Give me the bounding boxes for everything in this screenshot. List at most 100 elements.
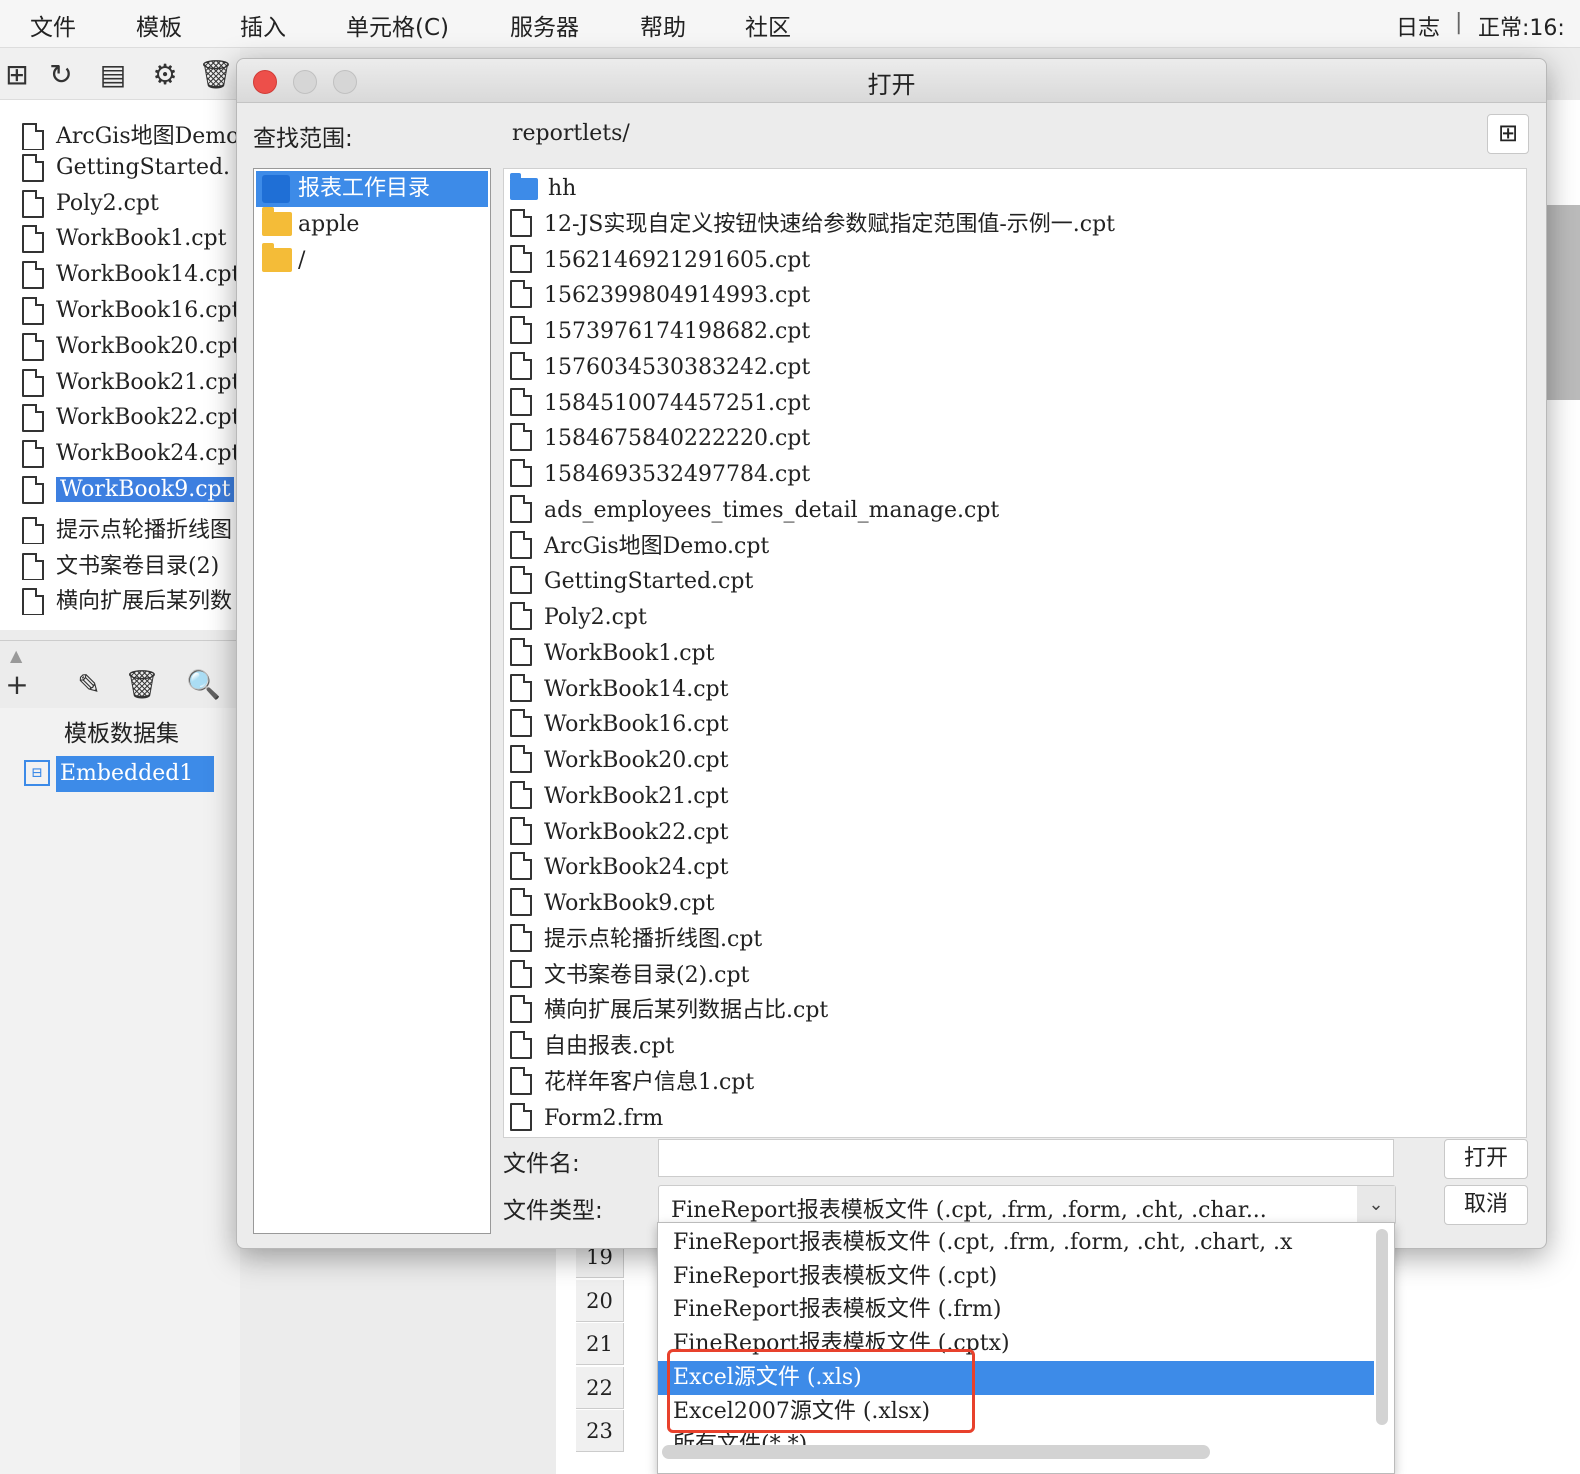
- tree-file-item[interactable]: WorkBook14.cpt: [22, 261, 236, 293]
- menu-cell[interactable]: 单元格(C): [346, 8, 449, 42]
- file-item[interactable]: 1576034530383242.cpt: [510, 350, 810, 386]
- filetype-select[interactable]: FineReport报表模板文件 (.cpt, .frm, .form, .ch…: [658, 1185, 1396, 1225]
- open-button[interactable]: 打开: [1444, 1139, 1528, 1179]
- tree-file-item[interactable]: 文书案卷目录(2): [22, 548, 236, 580]
- file-item[interactable]: WorkBook14.cpt: [510, 672, 728, 708]
- refresh-icon[interactable]: ↻: [44, 58, 78, 92]
- file-item[interactable]: 自由报表.cpt: [510, 1029, 674, 1065]
- file-item[interactable]: ArcGis地图Demo.cpt: [510, 529, 769, 565]
- menu-server[interactable]: 服务器: [510, 8, 579, 42]
- delete-icon[interactable]: 🗑: [198, 58, 234, 92]
- dropdown-option[interactable]: FineReport报表模板文件 (.cpt, .frm, .form, .ch…: [658, 1226, 1374, 1260]
- collapse-arrow-icon[interactable]: ▲: [10, 646, 22, 665]
- file-label: 提示点轮播折线图.cpt: [544, 926, 763, 952]
- status-text: 正常:16:: [1478, 16, 1565, 41]
- cancel-button[interactable]: 取消: [1444, 1185, 1528, 1225]
- row-number[interactable]: 20: [576, 1279, 624, 1322]
- edit-icon[interactable]: ✎: [72, 668, 106, 702]
- menu-file[interactable]: 文件: [30, 8, 76, 42]
- dropdown-option[interactable]: FineReport报表模板文件 (.frm): [658, 1293, 1374, 1327]
- tree-file-label: WorkBook16.cpt: [56, 298, 236, 323]
- place-item[interactable]: 报表工作目录: [256, 171, 488, 207]
- log-link[interactable]: 日志: [1396, 10, 1440, 42]
- file-item[interactable]: ads_employees_times_detail_manage.cpt: [510, 493, 999, 529]
- tree-file-item[interactable]: WorkBook9.cpt: [22, 476, 236, 508]
- file-item[interactable]: 花样年客户信息1.cpt: [510, 1065, 754, 1101]
- row-number[interactable]: 21: [576, 1323, 624, 1365]
- settings-icon[interactable]: ⚙: [148, 58, 182, 92]
- file-item[interactable]: Form2.frm: [510, 1101, 663, 1137]
- add-dataset-icon[interactable]: +: [0, 668, 34, 702]
- file-item[interactable]: WorkBook20.cpt: [510, 743, 728, 779]
- file-item[interactable]: GettingStarted.cpt: [510, 564, 753, 600]
- dropdown-hscroll-thumb[interactable]: [662, 1445, 1210, 1459]
- tree-file-item[interactable]: GettingStarted.: [22, 153, 236, 186]
- place-item[interactable]: apple: [256, 207, 488, 243]
- file-label: WorkBook9.cpt: [544, 891, 715, 916]
- file-item[interactable]: WorkBook22.cpt: [510, 815, 728, 851]
- file-item[interactable]: 1584510074457251.cpt: [510, 386, 810, 422]
- file-item[interactable]: WorkBook24.cpt: [510, 850, 728, 886]
- filename-input[interactable]: [658, 1139, 1394, 1177]
- tree-file-item[interactable]: WorkBook24.cpt: [22, 440, 236, 472]
- tree-file-item[interactable]: WorkBook16.cpt: [22, 297, 236, 329]
- menu-insert[interactable]: 插入: [240, 8, 286, 42]
- file-icon: [510, 351, 532, 380]
- file-item[interactable]: 12-JS实现自定义按钮快速给参数赋指定范围值-示例一.cpt: [510, 207, 1115, 243]
- file-icon: [510, 959, 532, 988]
- file-label: WorkBook14.cpt: [544, 676, 729, 702]
- tree-file-label: ArcGis地图Demo.: [56, 124, 236, 149]
- menu-help[interactable]: 帮助: [640, 8, 686, 42]
- tree-file-item[interactable]: Poly2.cpt: [22, 189, 236, 222]
- chevron-down-icon[interactable]: ⌄: [1357, 1186, 1395, 1224]
- file-item[interactable]: Poly2.cpt: [510, 600, 647, 636]
- file-icon: [510, 566, 532, 595]
- dataset-panel: [0, 708, 240, 1474]
- tree-file-item[interactable]: WorkBook21.cpt: [22, 368, 236, 401]
- folder-item[interactable]: hh: [510, 171, 576, 207]
- dropdown-vscroll-thumb[interactable]: [1376, 1229, 1388, 1425]
- tree-file-item[interactable]: 横向扩展后某列数: [22, 583, 236, 616]
- tree-file-item[interactable]: WorkBook22.cpt: [22, 404, 236, 436]
- file-item[interactable]: 1584693532497784.cpt: [510, 457, 810, 493]
- right-scrollbar-thumb[interactable]: [1546, 205, 1580, 400]
- tree-file-item[interactable]: ArcGis地图Demo.: [22, 118, 236, 150]
- lookin-path[interactable]: reportlets/: [512, 121, 630, 146]
- preview-icon[interactable]: 🔍: [186, 668, 221, 702]
- tree-file-item[interactable]: WorkBook1.cpt: [22, 225, 236, 257]
- file-item[interactable]: 横向扩展后某列数据占比.cpt: [510, 993, 828, 1029]
- file-label: WorkBook16.cpt: [544, 712, 729, 738]
- file-label: 12-JS实现自定义按钮快速给参数赋指定范围值-示例一.cpt: [544, 211, 1115, 237]
- file-item[interactable]: 提示点轮播折线图.cpt: [510, 922, 762, 958]
- file-icon: [22, 476, 44, 504]
- file-item[interactable]: WorkBook9.cpt: [510, 886, 714, 922]
- file-item[interactable]: 1562146921291605.cpt: [510, 243, 810, 279]
- tree-file-item[interactable]: WorkBook20.cpt: [22, 332, 236, 365]
- file-label: WorkBook24.cpt: [544, 855, 729, 881]
- file-icon: [510, 745, 532, 773]
- file-item[interactable]: WorkBook21.cpt: [510, 779, 728, 815]
- folder-label: hh: [548, 176, 577, 201]
- delete-dataset-icon[interactable]: 🗑: [124, 668, 160, 702]
- file-item[interactable]: 1584675840222220.cpt: [510, 421, 810, 457]
- tree-file-item[interactable]: 提示点轮播折线图: [22, 512, 236, 544]
- file-label: WorkBook21.cpt: [544, 783, 729, 809]
- dropdown-option[interactable]: FineReport报表模板文件 (.cpt): [658, 1260, 1374, 1294]
- new-folder-icon[interactable]: ⊞: [0, 58, 34, 92]
- file-item[interactable]: WorkBook16.cpt: [510, 707, 728, 743]
- dataset-item[interactable]: Embedded1: [56, 756, 214, 792]
- menu-community[interactable]: 社区: [745, 8, 791, 42]
- file-item[interactable]: 1573976174198682.cpt: [510, 314, 810, 350]
- filetype-dropdown: FineReport报表模板文件 (.cpt, .frm, .form, .ch…: [657, 1222, 1395, 1474]
- row-number[interactable]: 23: [576, 1410, 624, 1452]
- file-label: 1584693532497784.cpt: [544, 462, 811, 487]
- properties-icon[interactable]: ▤: [96, 58, 130, 92]
- tree-file-label: WorkBook1.cpt: [56, 226, 227, 252]
- file-item[interactable]: 1562399804914993.cpt: [510, 278, 810, 314]
- file-item[interactable]: 文书案卷目录(2).cpt: [510, 958, 749, 994]
- place-item[interactable]: /: [256, 243, 488, 279]
- file-item[interactable]: WorkBook1.cpt: [510, 636, 714, 672]
- row-number[interactable]: 22: [576, 1366, 624, 1409]
- menu-template[interactable]: 模板: [136, 8, 182, 42]
- new-folder-button[interactable]: ⊞: [1487, 114, 1529, 154]
